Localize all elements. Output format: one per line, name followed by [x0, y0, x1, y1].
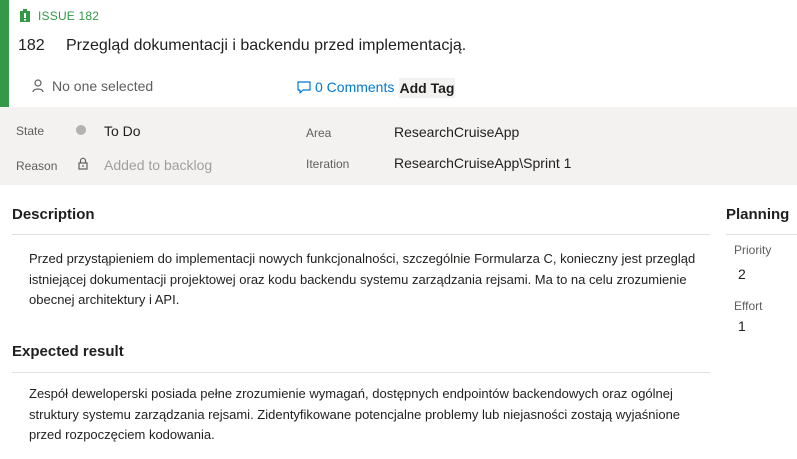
work-item-type-color-bar — [0, 0, 9, 107]
fields-panel — [0, 107, 797, 185]
reason-value: Added to backlog — [104, 157, 213, 173]
expected-result-heading: Expected result — [12, 343, 124, 360]
planning-divider — [726, 234, 797, 235]
effort-label: Effort — [734, 299, 763, 313]
reason-label: Reason — [16, 159, 58, 173]
comments-count: 0 Comments — [315, 79, 395, 95]
state-label: State — [16, 124, 45, 138]
assigned-to-value: No one selected — [52, 78, 154, 94]
work-item-type-label: ISSUE 182 — [38, 9, 100, 23]
description-text[interactable]: Przed przystąpieniem do implementacji no… — [29, 249, 714, 311]
person-icon — [32, 79, 44, 93]
iteration-field[interactable]: ResearchCruiseApp\Sprint 1 — [394, 155, 571, 171]
state-dot-icon — [76, 125, 86, 135]
comment-icon — [297, 80, 311, 94]
expected-result-text[interactable]: Zespół deweloperski posiada pełne zrozum… — [29, 384, 714, 446]
lock-icon — [78, 157, 88, 170]
expected-result-divider — [12, 372, 710, 373]
priority-field[interactable]: 2 — [738, 266, 746, 282]
iteration-label: Iteration — [306, 157, 350, 171]
effort-field[interactable]: 1 — [738, 318, 746, 334]
assigned-to-picker[interactable]: No one selected — [32, 77, 153, 95]
work-item-id: 182 — [18, 37, 45, 54]
area-label: Area — [306, 126, 332, 140]
issue-type-icon — [20, 9, 30, 22]
comments-link[interactable]: 0 Comments — [297, 78, 394, 96]
work-item-title[interactable]: Przegląd dokumentacji i backendu przed i… — [66, 37, 466, 55]
area-field[interactable]: ResearchCruiseApp — [394, 124, 519, 140]
description-heading: Description — [12, 206, 95, 223]
add-tag-button[interactable]: Add Tag — [399, 78, 455, 98]
state-dropdown[interactable]: To Do — [104, 123, 141, 139]
planning-heading: Planning — [726, 206, 790, 223]
priority-label: Priority — [734, 243, 772, 257]
description-divider — [12, 234, 710, 235]
